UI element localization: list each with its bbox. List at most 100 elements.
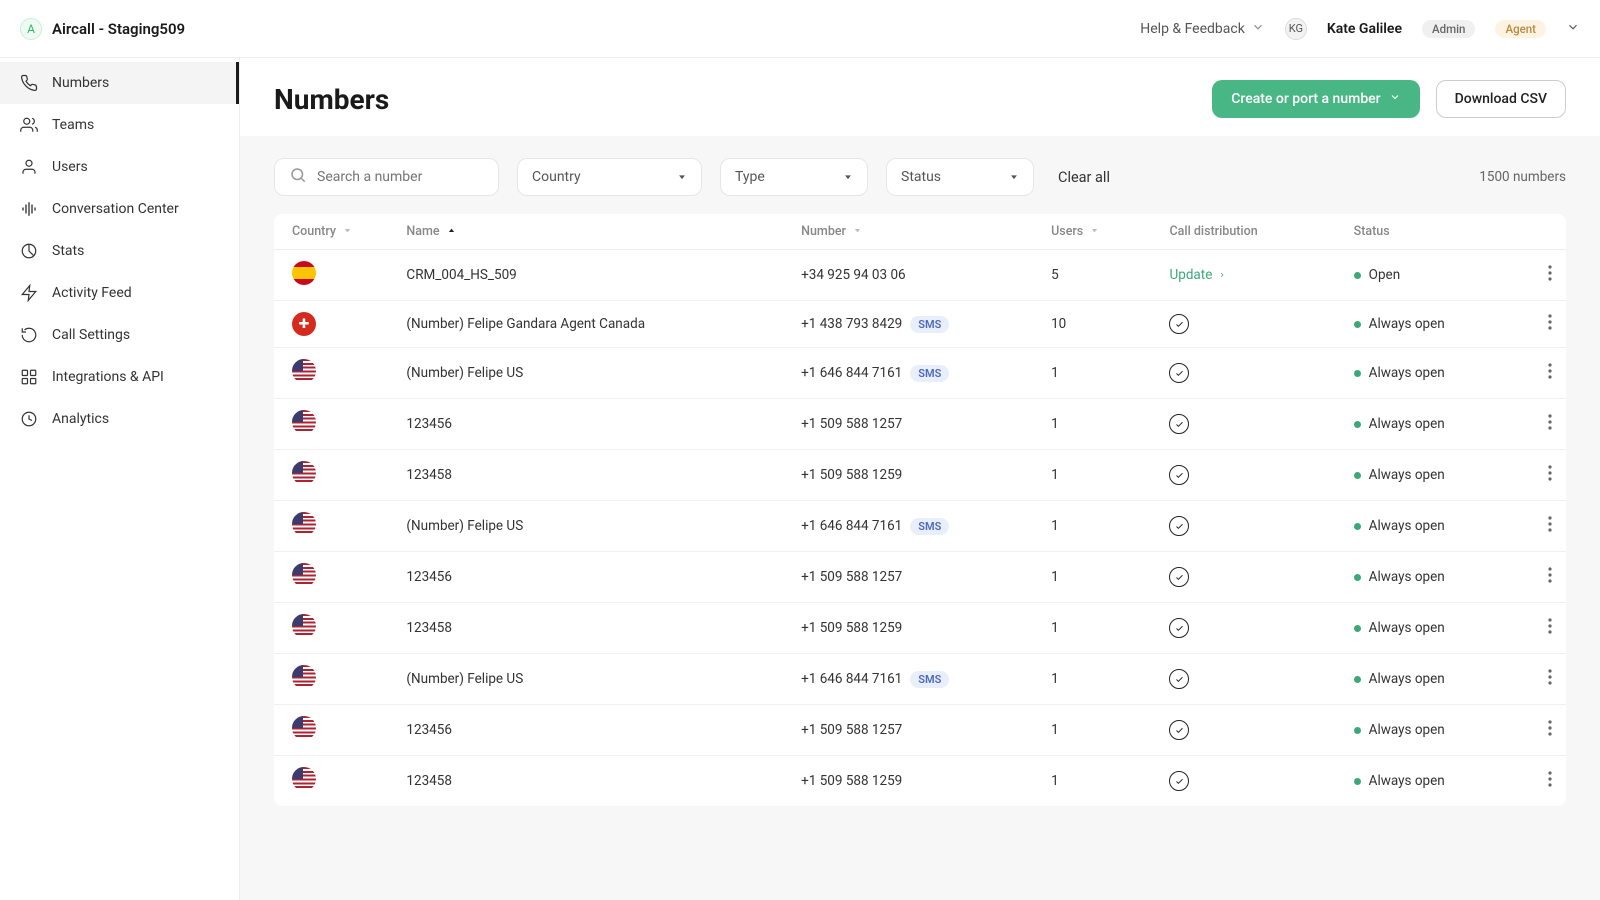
sidebar-item-label: Users: [52, 159, 88, 175]
filter-country-label: Country: [532, 169, 581, 185]
row-menu-button[interactable]: [1524, 756, 1566, 807]
col-users-header[interactable]: Users: [1037, 214, 1155, 250]
number-text: +1 438 793 8429: [801, 316, 902, 332]
app-badge: A: [20, 18, 42, 40]
clear-all-button[interactable]: Clear all: [1052, 169, 1110, 186]
integrations-icon: [20, 368, 38, 386]
role-badge-admin: Admin: [1422, 20, 1475, 38]
number-text: +1 509 588 1257: [801, 722, 902, 738]
status-dot-icon: [1354, 472, 1361, 479]
number-text: +1 509 588 1259: [801, 773, 902, 789]
sidebar-item-numbers[interactable]: Numbers: [0, 62, 239, 104]
sort-icon: [853, 226, 862, 235]
sidebar-item-label: Analytics: [52, 411, 109, 427]
flag-us-icon: [292, 767, 316, 791]
row-menu-button[interactable]: [1524, 450, 1566, 501]
status-text: Always open: [1369, 722, 1445, 738]
bolt-icon: [20, 284, 38, 302]
users-count: 1: [1051, 773, 1059, 789]
sort-asc-icon: [447, 226, 456, 235]
filter-country-dropdown[interactable]: Country: [517, 158, 702, 196]
row-menu-button[interactable]: [1524, 501, 1566, 552]
users-count: 1: [1051, 416, 1059, 432]
flag-us-icon: [292, 512, 316, 536]
filter-status-dropdown[interactable]: Status: [886, 158, 1034, 196]
sidebar-item-label: Numbers: [52, 75, 109, 91]
status-dot-icon: [1354, 625, 1361, 632]
distribution-check-icon: [1169, 771, 1189, 791]
flag-us-icon: [292, 563, 316, 587]
filter-type-dropdown[interactable]: Type: [720, 158, 868, 196]
sidebar-item-call-settings[interactable]: Call Settings: [0, 314, 239, 356]
number-name: (Number) Felipe US: [406, 671, 523, 687]
table-row[interactable]: (Number) Felipe US+1 646 844 7161SMS1Alw…: [274, 348, 1566, 399]
number-text: +1 509 588 1259: [801, 620, 902, 636]
status-text: Always open: [1369, 620, 1445, 636]
col-number-header[interactable]: Number: [787, 214, 1037, 250]
number-text: +1 509 588 1257: [801, 416, 902, 432]
col-country-label: Country: [292, 224, 336, 239]
search-input[interactable]: [317, 169, 484, 185]
status-text: Always open: [1369, 773, 1445, 789]
sidebar-item-stats[interactable]: Stats: [0, 230, 239, 272]
sidebar-item-users[interactable]: Users: [0, 146, 239, 188]
flag-us-icon: [292, 461, 316, 485]
status-text: Always open: [1369, 416, 1445, 432]
row-menu-button[interactable]: [1524, 552, 1566, 603]
col-number-label: Number: [801, 224, 846, 239]
table-row[interactable]: 123458+1 509 588 12591Always open: [274, 450, 1566, 501]
row-menu-button[interactable]: [1524, 250, 1566, 301]
sidebar-item-teams[interactable]: Teams: [0, 104, 239, 146]
chevron-down-icon: [1389, 91, 1401, 107]
phone-icon: [20, 74, 38, 92]
create-number-button[interactable]: Create or port a number: [1212, 80, 1419, 118]
sort-icon: [1090, 226, 1099, 235]
col-distribution-label: Call distribution: [1169, 224, 1257, 239]
table-row[interactable]: 123456+1 509 588 12571Always open: [274, 399, 1566, 450]
sidebar-item-label: Teams: [52, 117, 94, 133]
user-menu-toggle[interactable]: [1566, 20, 1580, 38]
row-menu-button[interactable]: [1524, 705, 1566, 756]
table-row[interactable]: (Number) Felipe US+1 646 844 7161SMS1Alw…: [274, 501, 1566, 552]
status-dot-icon: [1354, 370, 1361, 377]
help-feedback-menu[interactable]: Help & Feedback: [1140, 20, 1265, 38]
users-count: 10: [1051, 316, 1066, 332]
table-row[interactable]: (Number) Felipe US+1 646 844 7161SMS1Alw…: [274, 654, 1566, 705]
number-text: +1 646 844 7161: [801, 518, 902, 534]
sidebar-item-analytics[interactable]: Analytics: [0, 398, 239, 440]
row-menu-button[interactable]: [1524, 399, 1566, 450]
sidebar-item-activity-feed[interactable]: Activity Feed: [0, 272, 239, 314]
status-text: Always open: [1369, 671, 1445, 687]
distribution-check-icon: [1169, 314, 1189, 334]
number-text: +34 925 94 03 06: [801, 267, 906, 283]
sidebar-item-label: Conversation Center: [52, 201, 179, 217]
search-number-control[interactable]: [274, 158, 499, 196]
status-text: Always open: [1369, 316, 1445, 332]
table-row[interactable]: 123456+1 509 588 12571Always open: [274, 705, 1566, 756]
row-menu-button[interactable]: [1524, 603, 1566, 654]
download-csv-label: Download CSV: [1455, 91, 1547, 107]
row-menu-button[interactable]: [1524, 301, 1566, 348]
table-row[interactable]: 123458+1 509 588 12591Always open: [274, 756, 1566, 807]
number-name: 123458: [406, 467, 452, 483]
col-status-label: Status: [1354, 224, 1390, 239]
row-menu-button[interactable]: [1524, 348, 1566, 399]
number-name: (Number) Felipe US: [406, 518, 523, 534]
table-row[interactable]: 123456+1 509 588 12571Always open: [274, 552, 1566, 603]
status-dot-icon: [1354, 321, 1361, 328]
sms-badge: SMS: [910, 518, 949, 535]
col-name-header[interactable]: Name: [392, 214, 787, 250]
numbers-table: Country Name Number: [274, 214, 1566, 806]
filter-bar: Country Type Status Clear all 1500 numbe…: [274, 158, 1566, 196]
sidebar-item-integrations-api[interactable]: Integrations & API: [0, 356, 239, 398]
update-distribution-link[interactable]: Update: [1169, 267, 1226, 283]
download-csv-button[interactable]: Download CSV: [1436, 80, 1566, 118]
table-row[interactable]: 123458+1 509 588 12591Always open: [274, 603, 1566, 654]
sms-badge: SMS: [910, 316, 949, 333]
sidebar-item-conversation-center[interactable]: Conversation Center: [0, 188, 239, 230]
table-row[interactable]: (Number) Felipe Gandara Agent Canada+1 4…: [274, 301, 1566, 348]
table-row[interactable]: CRM_004_HS_509+34 925 94 03 065UpdateOpe…: [274, 250, 1566, 301]
row-menu-button[interactable]: [1524, 654, 1566, 705]
col-country-header[interactable]: Country: [274, 214, 392, 250]
flag-ca-icon: [292, 312, 316, 336]
